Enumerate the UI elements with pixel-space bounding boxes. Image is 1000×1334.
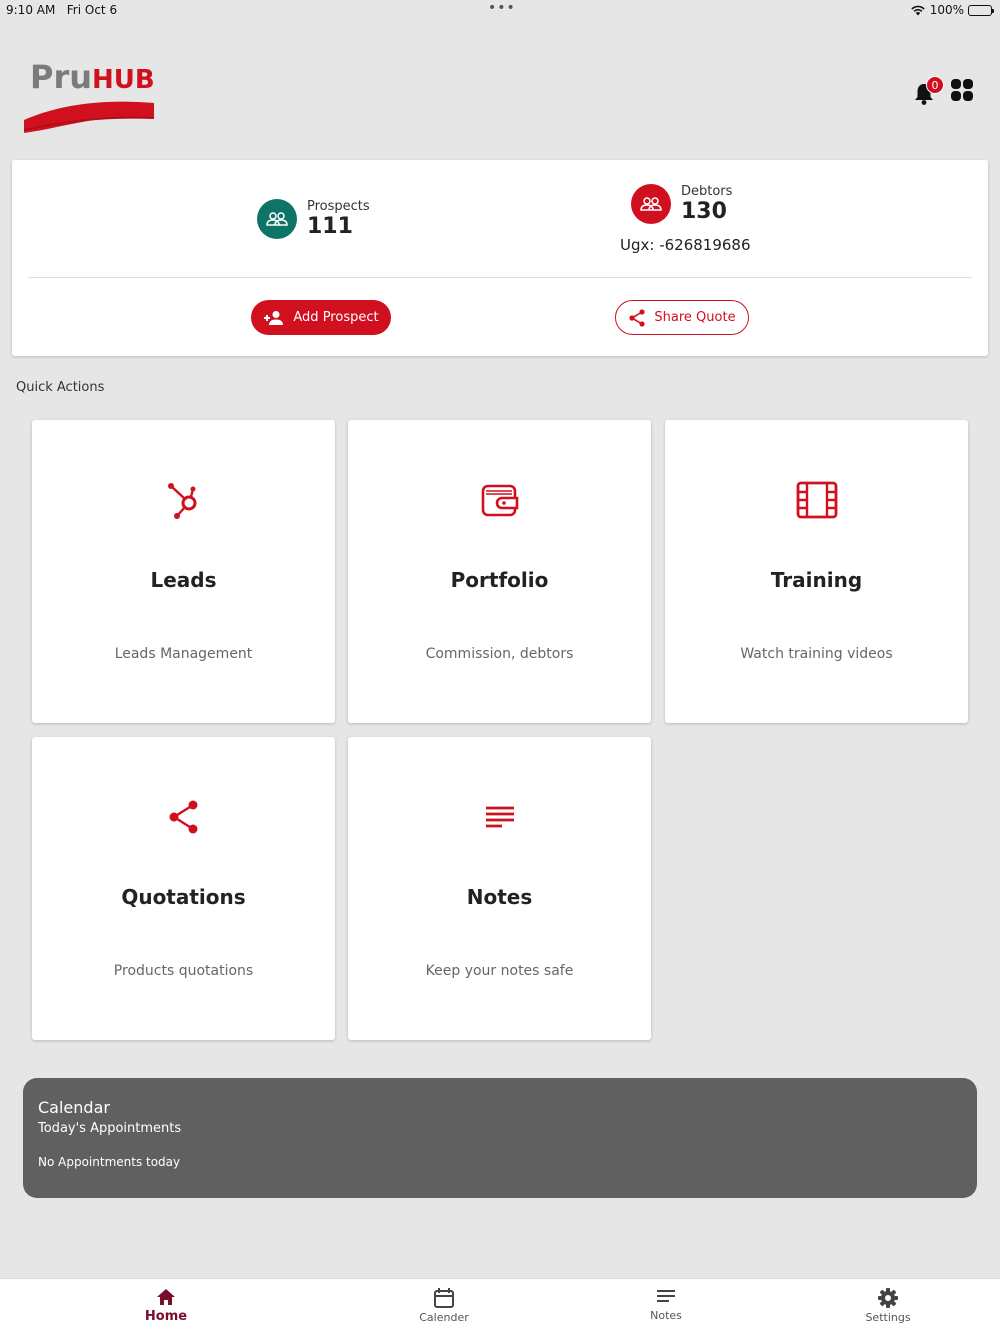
leads-tile[interactable]: Leads Leads Management: [32, 420, 335, 723]
nav-settings[interactable]: Settings: [838, 1287, 938, 1324]
training-subtitle: Watch training videos: [740, 646, 893, 662]
notes-icon: [657, 1290, 675, 1302]
summary-divider: [28, 277, 972, 278]
nav-settings-label: Settings: [865, 1311, 911, 1324]
share-quote-button[interactable]: Share Quote: [615, 300, 749, 335]
notes-subtitle: Keep your notes safe: [425, 963, 574, 979]
status-bar: 9:10 AM Fri Oct 6 ••• 100%: [0, 0, 1000, 22]
nav-home[interactable]: Home: [116, 1287, 216, 1324]
portfolio-tile[interactable]: Portfolio Commission, debtors: [348, 420, 651, 723]
hubspot-icon: [167, 483, 196, 519]
battery-icon: [968, 4, 994, 16]
quotations-subtitle: Products quotations: [113, 963, 254, 979]
quotations-tile[interactable]: Quotations Products quotations: [32, 737, 335, 1040]
home-icon: [157, 1289, 175, 1305]
notes-tile[interactable]: Notes Keep your notes safe: [348, 737, 651, 1040]
wifi-icon: [910, 5, 925, 16]
quotations-title: Quotations: [121, 885, 246, 909]
nav-notes[interactable]: Notes: [616, 1287, 716, 1322]
nav-home-label: Home: [144, 1309, 188, 1324]
calendar-subtitle: Today's Appointments: [38, 1121, 182, 1136]
multitask-dots[interactable]: •••: [488, 0, 516, 16]
debtors-icon: [631, 184, 671, 224]
nav-calendar[interactable]: Calender: [394, 1287, 494, 1324]
apps-grid-icon: [951, 79, 973, 101]
calendar-title: Calendar: [38, 1098, 110, 1117]
add-prospect-label: Add Prospect: [293, 310, 379, 325]
bottom-nav: Home Calender Notes Settings: [0, 1278, 1000, 1334]
leads-subtitle: Leads Management: [114, 646, 253, 662]
notification-count-badge: 0: [926, 76, 944, 94]
nav-calendar-label: Calender: [419, 1311, 469, 1324]
debtors-count: 130: [681, 199, 727, 224]
portfolio-subtitle: Commission, debtors: [425, 646, 574, 662]
summary-card: Prospects 111 Debtors 130 Ugx: -62681968…: [12, 160, 988, 356]
nav-notes-label: Notes: [650, 1309, 682, 1322]
gear-icon: [878, 1288, 898, 1308]
prospects-label: Prospects: [307, 199, 370, 214]
training-title: Training: [770, 568, 863, 592]
share-quote-label: Share Quote: [654, 310, 736, 325]
status-time: 9:10 AM Fri Oct 6: [6, 3, 118, 17]
calendar-card[interactable]: Calendar Today's Appointments No Appoint…: [23, 1078, 977, 1198]
calendar-icon: [434, 1288, 454, 1308]
logo-swoosh: [23, 101, 155, 146]
quick-actions-heading: Quick Actions: [16, 380, 105, 395]
prospects-stat[interactable]: Prospects 111: [257, 199, 370, 239]
share-icon: [169, 800, 197, 834]
debtors-stat[interactable]: Debtors 130: [631, 184, 732, 224]
calendar-empty-text: No Appointments today: [38, 1155, 181, 1169]
add-person-icon: [264, 310, 284, 325]
add-prospect-button[interactable]: Add Prospect: [251, 300, 391, 335]
notes-icon: [485, 806, 514, 828]
notification-bell-button[interactable]: 0: [914, 76, 944, 105]
notes-title: Notes: [466, 885, 533, 909]
prospects-count: 111: [307, 214, 353, 239]
wallet-icon: [481, 484, 518, 517]
training-tile[interactable]: Training Watch training videos: [665, 420, 968, 723]
header-actions: 0: [914, 76, 974, 106]
leads-title: Leads: [150, 568, 217, 592]
prospects-icon: [257, 199, 297, 239]
portfolio-title: Portfolio: [450, 568, 549, 592]
debtors-label: Debtors: [681, 184, 733, 199]
apps-grid-button[interactable]: [950, 78, 974, 106]
share-icon: [629, 308, 646, 327]
film-icon: [796, 481, 837, 519]
battery-percent: 100%: [929, 3, 964, 17]
status-right: 100%: [910, 3, 994, 17]
debtors-amount: Ugx: -626819686: [620, 236, 751, 254]
pruhub-logo: PruHUB: [22, 58, 157, 150]
